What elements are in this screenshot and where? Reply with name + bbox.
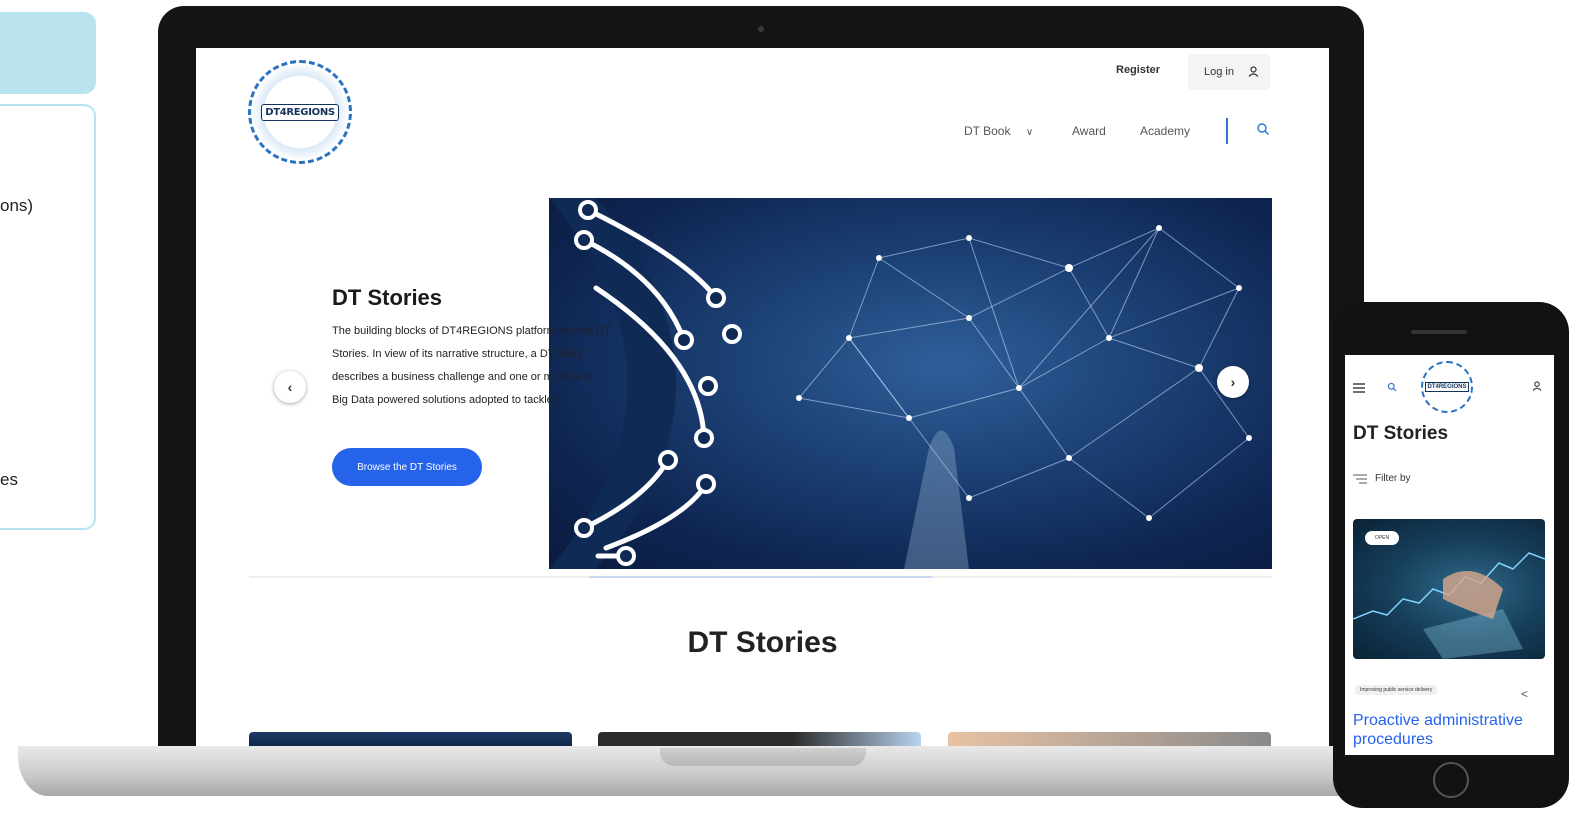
- mobile-page-title: DT Stories: [1353, 423, 1449, 444]
- login-label: Log in: [1204, 66, 1234, 78]
- laptop-camera: [758, 26, 764, 32]
- nav-divider: [1226, 118, 1228, 144]
- menu-icon[interactable]: [1353, 383, 1365, 393]
- mobile-site-logo-text: DT4REGIONS: [1425, 382, 1469, 392]
- login-button[interactable]: Log in: [1188, 54, 1270, 90]
- mobile-user-icon[interactable]: [1532, 381, 1542, 391]
- left-panel-box: [0, 104, 96, 530]
- laptop-notch: [660, 748, 866, 766]
- nav-academy[interactable]: Academy: [1140, 124, 1190, 138]
- left-panel-header: [0, 12, 96, 94]
- site-logo[interactable]: DT4REGIONS: [248, 60, 352, 164]
- phone-screen: DT4REGIONS DT Stories Filter by OPEN Imp…: [1345, 355, 1554, 755]
- filter-button[interactable]: Filter by: [1375, 473, 1411, 484]
- search-icon[interactable]: [1256, 122, 1270, 136]
- filter-icon[interactable]: [1353, 473, 1367, 485]
- user-icon: [1248, 66, 1259, 77]
- left-panel-text-1: ons): [0, 196, 34, 215]
- mobile-story-image[interactable]: OPEN: [1353, 519, 1545, 659]
- status-badge: OPEN: [1365, 531, 1399, 545]
- browse-stories-button[interactable]: Browse the DT Stories: [332, 448, 482, 486]
- nav-dt-book[interactable]: DT Book ∨: [964, 124, 1033, 138]
- section-title: DT Stories: [687, 626, 838, 659]
- chevron-right-icon: ›: [1230, 374, 1236, 390]
- chevron-down-icon: ∨: [1025, 127, 1034, 138]
- hero-description: The building blocks of DT4REGIONS platfo…: [332, 325, 611, 406]
- phone-speaker: [1411, 330, 1467, 334]
- register-link[interactable]: Register: [1116, 64, 1160, 76]
- carousel-progress-indicator: [589, 576, 932, 578]
- mobile-site-logo[interactable]: DT4REGIONS: [1421, 361, 1473, 413]
- story-title-link[interactable]: Proactive administrative procedures: [1353, 711, 1549, 749]
- carousel-next-button[interactable]: ›: [1217, 366, 1249, 398]
- left-panel-text-2: es: [0, 470, 18, 489]
- story-category-tag[interactable]: Improving public service delivery: [1355, 685, 1438, 695]
- phone-home-button: [1433, 762, 1469, 798]
- chevron-left-icon: ‹: [287, 379, 293, 395]
- hero-title: DT Stories: [332, 285, 443, 310]
- nav-dt-book-label: DT Book: [964, 124, 1011, 138]
- laptop-screen: DT4REGIONS Register Log in DT Book ∨ Awa…: [196, 48, 1329, 748]
- nav-award[interactable]: Award: [1072, 124, 1106, 138]
- share-icon[interactable]: <: [1521, 687, 1528, 701]
- mobile-search-icon[interactable]: [1387, 382, 1397, 392]
- site-logo-text: DT4REGIONS: [261, 103, 339, 121]
- carousel-prev-button[interactable]: ‹: [274, 371, 306, 403]
